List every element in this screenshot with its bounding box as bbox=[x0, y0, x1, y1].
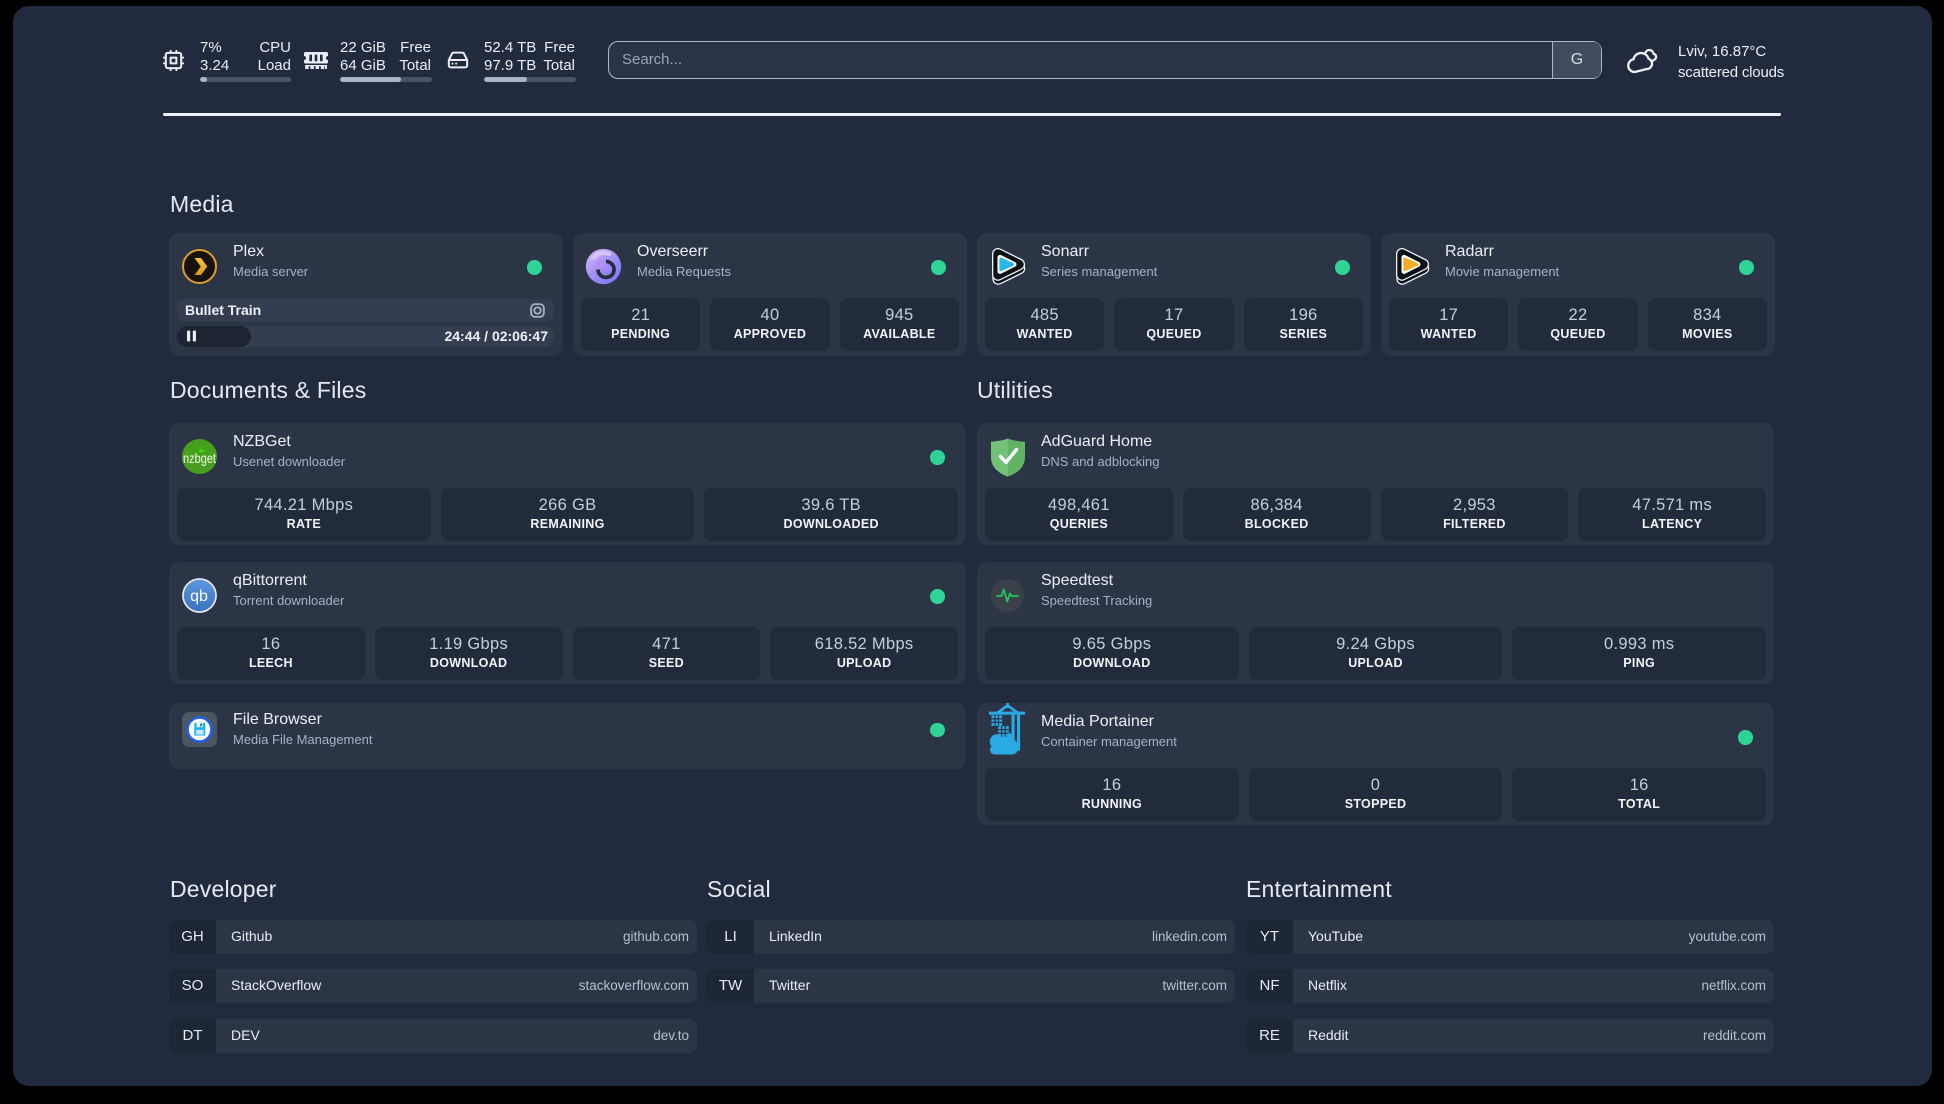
svg-text:qb: qb bbox=[190, 588, 208, 605]
svg-text:nzbget: nzbget bbox=[183, 450, 216, 466]
